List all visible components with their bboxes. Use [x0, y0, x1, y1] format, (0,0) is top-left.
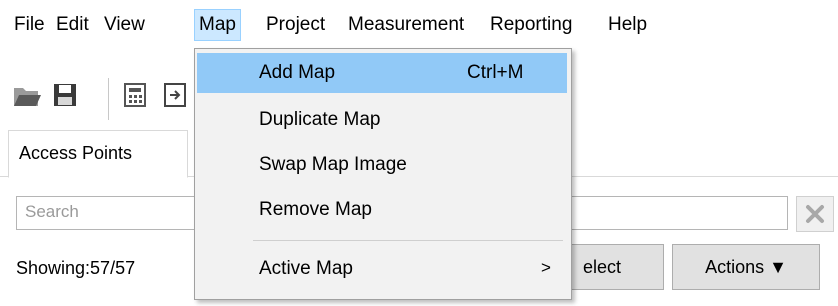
- save-icon[interactable]: [52, 82, 78, 114]
- tab-label: Access Points: [19, 143, 133, 163]
- open-folder-icon[interactable]: [12, 82, 42, 114]
- actions-button[interactable]: Actions ▼: [672, 244, 820, 290]
- menu-item-shortcut: Ctrl+M: [467, 62, 524, 83]
- menu-map[interactable]: Map: [194, 9, 241, 41]
- menu-view[interactable]: View: [100, 10, 149, 40]
- menu-item-remove-map[interactable]: Remove Map: [197, 190, 567, 230]
- clear-search-button[interactable]: [796, 196, 834, 232]
- menu-separator: [253, 240, 563, 241]
- menu-item-duplicate-map[interactable]: Duplicate Map: [197, 100, 567, 140]
- clear-x-icon: [806, 205, 824, 223]
- map-dropdown-menu: Add Map Ctrl+M Duplicate Map Swap Map Im…: [194, 48, 572, 300]
- showing-count: Showing:57/57: [16, 258, 136, 278]
- menu-item-label: Active Map: [259, 258, 353, 279]
- import-icon[interactable]: [162, 82, 188, 114]
- menu-item-label: Swap Map Image: [259, 154, 407, 175]
- menu-file[interactable]: File: [10, 10, 49, 40]
- menu-item-swap-map-image[interactable]: Swap Map Image: [197, 145, 567, 185]
- menu-item-label: Duplicate Map: [259, 109, 381, 130]
- tab-access-points[interactable]: Access Points: [8, 130, 188, 178]
- menu-project[interactable]: Project: [262, 10, 329, 40]
- search-input[interactable]: [17, 197, 185, 227]
- menu-reporting[interactable]: Reporting: [486, 10, 576, 40]
- menu-edit[interactable]: Edit: [52, 10, 93, 40]
- menu-measurement[interactable]: Measurement: [344, 10, 468, 40]
- menu-item-active-map[interactable]: Active Map >: [197, 249, 567, 289]
- menu-item-label: Add Map: [259, 62, 336, 83]
- menu-item-add-map[interactable]: Add Map Ctrl+M: [197, 53, 567, 93]
- toolbar-separator: [108, 78, 109, 120]
- submenu-arrow-icon: >: [541, 258, 551, 277]
- menu-item-label: Remove Map: [259, 199, 372, 220]
- calculator-icon[interactable]: [122, 82, 148, 114]
- menu-help[interactable]: Help: [604, 10, 651, 40]
- menu-bar: File Edit View Map Project Measurement R…: [0, 0, 838, 46]
